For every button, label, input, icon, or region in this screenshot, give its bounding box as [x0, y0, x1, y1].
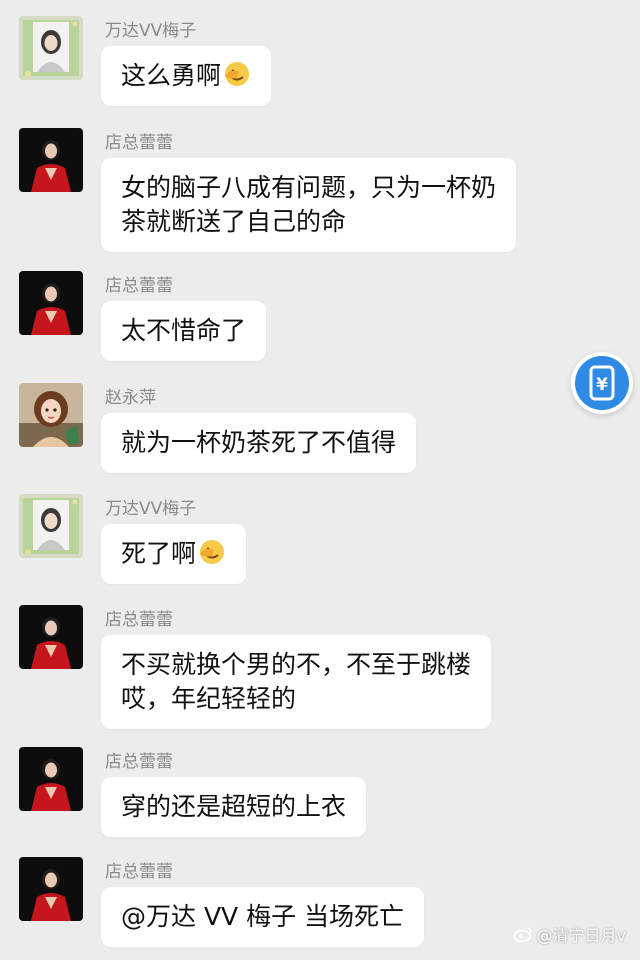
message-text: 太不惜命了	[121, 316, 247, 345]
sender-name: 万达VV梅子	[105, 499, 197, 519]
message-bubble[interactable]: 太不惜命了	[101, 301, 267, 361]
message-text: 这么勇啊	[121, 61, 222, 90]
sender-name: 店总蕾蕾	[105, 276, 173, 296]
avatar-dianzong-leilei[interactable]	[19, 857, 83, 921]
sender-name: 店总蕾蕾	[105, 610, 173, 630]
sender-name: 店总蕾蕾	[105, 133, 173, 153]
message-bubble[interactable]: @万达 VV 梅子 当场死亡	[101, 887, 425, 947]
watermark: @清宁日月v	[512, 922, 626, 946]
yuan-payment-icon: ¥	[575, 356, 629, 410]
avatar-dianzong-leilei[interactable]	[19, 747, 83, 811]
avatar-dianzong-leilei[interactable]	[19, 605, 83, 669]
sender-name: 万达VV梅子	[105, 21, 197, 41]
message-text: 就为一杯奶茶死了不值得	[121, 428, 397, 457]
message-bubble[interactable]: 死了啊	[101, 524, 247, 584]
facepalm-emoji-icon	[200, 540, 225, 564]
watermark-text: @清宁日月v	[536, 926, 626, 945]
avatar-dianzong-leilei[interactable]	[19, 271, 83, 335]
message-text: 穿的还是超短的上衣	[121, 792, 347, 821]
message-line: 哎，年纪轻轻的	[121, 684, 297, 713]
chat-area: 万达VV梅子 这么勇啊 店总蕾蕾 女的脑子八成有问题，只为一杯奶 茶就断送了自己…	[0, 0, 640, 960]
message-line: 茶就断送了自己的命	[121, 207, 347, 236]
sender-name: 店总蕾蕾	[105, 862, 173, 882]
avatar-zhao-yongping[interactable]	[19, 383, 83, 447]
message-bubble[interactable]: 女的脑子八成有问题，只为一杯奶 茶就断送了自己的命	[101, 158, 517, 252]
yuan-glyph: ¥	[596, 375, 608, 395]
message-text: @万达 VV 梅子 当场死亡	[121, 902, 405, 931]
message-bubble[interactable]: 就为一杯奶茶死了不值得	[101, 413, 417, 473]
avatar-wanda-vv-meizi[interactable]	[19, 16, 83, 80]
message-line: 女的脑子八成有问题，只为一杯奶	[121, 173, 497, 202]
message-bubble[interactable]: 穿的还是超短的上衣	[101, 777, 367, 837]
payment-button[interactable]: ¥	[571, 352, 633, 414]
avatar-wanda-vv-meizi[interactable]	[19, 494, 83, 558]
avatar-dianzong-leilei[interactable]	[19, 128, 83, 192]
message-bubble[interactable]: 不买就换个男的不，不至于跳楼 哎，年纪轻轻的	[101, 635, 492, 729]
message-line: 不买就换个男的不，不至于跳楼	[121, 650, 472, 679]
sender-name: 店总蕾蕾	[105, 752, 173, 772]
message-text: 死了啊	[121, 539, 197, 568]
facepalm-emoji-icon	[225, 62, 250, 86]
message-bubble[interactable]: 这么勇啊	[101, 46, 272, 106]
sender-name: 赵永萍	[105, 388, 156, 408]
weibo-icon	[512, 927, 532, 942]
